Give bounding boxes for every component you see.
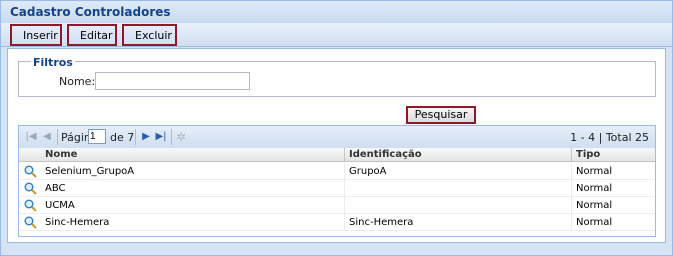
edit-button[interactable]: Editar: [67, 24, 117, 46]
cell-nome: ABC: [45, 183, 66, 194]
pager-separator: [135, 129, 136, 145]
table-row[interactable]: Sinc-Hemera Sinc-Hemera Normal: [19, 214, 655, 231]
cell-divider: [571, 197, 572, 214]
pager-separator: [171, 129, 172, 145]
magnifier-icon[interactable]: [24, 165, 37, 178]
column-header-identificacao[interactable]: Identificação: [349, 149, 422, 160]
delete-button[interactable]: Excluir: [122, 24, 177, 46]
column-header-tipo[interactable]: Tipo: [576, 149, 600, 160]
table-row[interactable]: UCMA Normal: [19, 197, 655, 214]
delete-label: Excluir: [135, 28, 172, 42]
cell-divider: [571, 163, 572, 180]
edit-label: Editar: [80, 28, 113, 42]
page-number-input[interactable]: [88, 129, 106, 144]
cell-identificacao: Sinc-Hemera: [349, 217, 414, 228]
name-label: Nome:: [59, 75, 96, 88]
cell-divider: [344, 163, 345, 180]
filters-fieldset: Filtros Nome:: [18, 56, 656, 97]
cell-divider: [344, 197, 345, 214]
cell-divider: [571, 180, 572, 197]
filters-legend: Filtros: [31, 56, 75, 69]
last-page-icon[interactable]: ▶|: [155, 131, 167, 143]
page-count-label: de 7: [110, 131, 135, 144]
pager-toolbar: |◀ ◀ Página de 7 ▶ ▶| ✲ 1 - 4 | Total 25: [19, 126, 655, 148]
search-button[interactable]: Pesquisar: [406, 106, 476, 124]
title-bar: Cadastro Controladores: [1, 1, 672, 23]
next-page-icon[interactable]: ▶: [140, 131, 152, 143]
prev-page-icon[interactable]: ◀: [41, 131, 53, 143]
controllers-grid: |◀ ◀ Página de 7 ▶ ▶| ✲ 1 - 4 | Total 25…: [18, 125, 656, 237]
window-title: Cadastro Controladores: [10, 5, 171, 19]
first-page-icon[interactable]: |◀: [25, 131, 37, 143]
name-input[interactable]: [95, 72, 250, 90]
column-divider: [571, 148, 572, 162]
main-panel: Filtros Nome: Pesquisar |◀ ◀ Página de 7…: [7, 48, 666, 243]
cell-tipo: Normal: [576, 200, 613, 211]
magnifier-icon[interactable]: [24, 199, 37, 212]
column-divider: [344, 148, 345, 162]
table-row[interactable]: Selenium_GrupoA GrupoA Normal: [19, 163, 655, 180]
cell-nome: Selenium_GrupoA: [45, 166, 135, 177]
magnifier-icon[interactable]: [24, 216, 37, 229]
insert-label: Inserir: [23, 28, 58, 42]
table-row[interactable]: ABC Normal: [19, 180, 655, 197]
grid-header: Nome Identificação Tipo: [19, 148, 655, 162]
cell-tipo: Normal: [576, 166, 613, 177]
pager-total: 1 - 4 | Total 25: [570, 131, 649, 144]
toolbar: Inserir Editar Excluir: [1, 23, 672, 47]
cell-divider: [344, 180, 345, 197]
cell-divider: [344, 214, 345, 231]
pager-separator: [57, 129, 58, 145]
column-header-nome[interactable]: Nome: [45, 149, 77, 160]
cell-divider: [571, 214, 572, 231]
cell-identificacao: GrupoA: [349, 166, 387, 177]
magnifier-icon[interactable]: [24, 182, 37, 195]
refresh-icon[interactable]: ✲: [175, 131, 187, 143]
cell-tipo: Normal: [576, 183, 613, 194]
cell-tipo: Normal: [576, 217, 613, 228]
cell-nome: Sinc-Hemera: [45, 217, 110, 228]
insert-button[interactable]: Inserir: [10, 24, 62, 46]
controllers-window: Cadastro Controladores Inserir Editar Ex…: [0, 0, 673, 256]
cell-nome: UCMA: [45, 200, 75, 211]
